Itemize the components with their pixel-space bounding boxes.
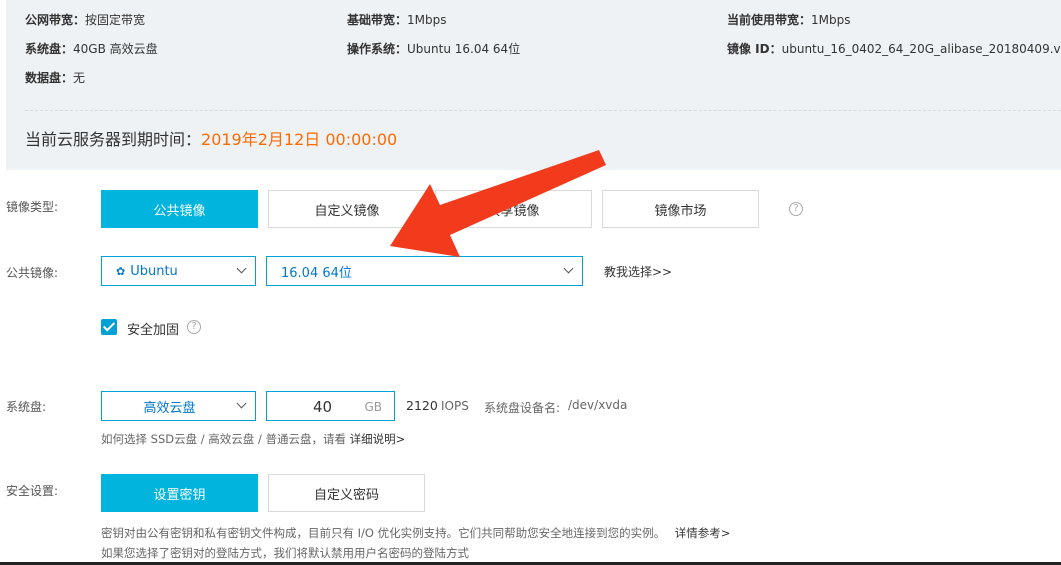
system-disk-label: 系统盘: bbox=[6, 400, 47, 414]
image-id-value: ubuntu_16_0402_64_20G_alibase_20180409.v… bbox=[781, 42, 1061, 56]
expire-label: 当前云服务器到期时间： bbox=[25, 130, 202, 149]
key-note-2: 如果您选择了密钥对的登陆方式，我们将默认禁用用户名密码的登陆方式 bbox=[101, 546, 469, 560]
current-bandwidth-label: 当前使用带宽： bbox=[727, 13, 812, 27]
os-select-value: Ubuntu bbox=[130, 263, 178, 279]
disk-hint: 如何选择 SSD云盘 / 高效云盘 / 普通云盘，请看 详细说明> bbox=[101, 431, 405, 447]
os-info-value: Ubuntu 16.04 64位 bbox=[407, 42, 521, 56]
help-icon[interactable]: ? bbox=[789, 202, 803, 216]
base-bandwidth-label: 基础带宽： bbox=[347, 13, 408, 27]
image-type-public-button[interactable]: 公共镜像 bbox=[101, 190, 258, 228]
details-link[interactable]: 详情参考> bbox=[675, 526, 731, 540]
expire-time: 当前云服务器到期时间：2019年2月12日 00:00:00 bbox=[25, 126, 397, 150]
image-id-label: 镜像 ID： bbox=[727, 42, 782, 56]
data-disk-value: 无 bbox=[73, 71, 86, 85]
security-hardening-label: 安全加固 bbox=[127, 323, 180, 338]
disk-size-input[interactable]: 40 GB bbox=[266, 391, 395, 421]
device-value: /dev/xvda bbox=[568, 398, 628, 412]
device-label: 系统盘设备名: bbox=[484, 401, 561, 415]
ubuntu-icon: ✿ bbox=[116, 264, 126, 278]
expire-value: 2019年2月12日 00:00:00 bbox=[201, 130, 398, 149]
security-hardening-checkbox[interactable] bbox=[101, 319, 117, 335]
chevron-down-icon bbox=[236, 398, 247, 409]
os-info: 操作系统：Ubuntu 16.04 64位 bbox=[347, 40, 520, 57]
help-choose-link[interactable]: 教我选择>> bbox=[604, 263, 672, 280]
os-info-label: 操作系统： bbox=[347, 42, 408, 56]
current-bandwidth: 当前使用带宽：1Mbps bbox=[727, 11, 851, 28]
system-disk-info-label: 系统盘： bbox=[25, 42, 74, 56]
key-note-text: 密钥对由公有密钥和私有密钥文件构成，目前只有 I/O 优化实例支持。它们共同帮助… bbox=[101, 526, 666, 540]
image-id-info: 镜像 ID：ubuntu_16_0402_64_20G_alibase_2018… bbox=[727, 40, 1061, 57]
iops-unit: IOPS bbox=[441, 399, 469, 413]
system-disk-info: 系统盘：40GB 高效云盘 bbox=[25, 40, 158, 57]
custom-password-button[interactable]: 自定义密码 bbox=[268, 474, 425, 512]
divider bbox=[25, 110, 1061, 111]
system-disk-info-value: 40GB 高效云盘 bbox=[73, 42, 158, 56]
current-bandwidth-value: 1Mbps bbox=[811, 13, 851, 27]
image-type-custom-button[interactable]: 自定义镜像 bbox=[268, 190, 426, 228]
iops-value: 2120 bbox=[406, 398, 438, 413]
bandwidth-type: 公网带宽：按固定带宽 bbox=[25, 11, 145, 28]
data-disk-label: 数据盘： bbox=[25, 71, 74, 85]
key-note: 密钥对由公有密钥和私有密钥文件构成，目前只有 I/O 优化实例支持。它们共同帮助… bbox=[101, 525, 730, 541]
bandwidth-type-label: 公网带宽： bbox=[25, 13, 86, 27]
image-type-market-button[interactable]: 镜像市场 bbox=[602, 190, 759, 228]
disk-type-value: 高效云盘 bbox=[143, 400, 196, 416]
os-select[interactable]: ✿ Ubuntu bbox=[101, 256, 256, 286]
help-icon[interactable]: ? bbox=[187, 320, 201, 334]
disk-size-unit: GB bbox=[364, 400, 382, 414]
security-label: 安全设置: bbox=[6, 484, 59, 498]
set-key-button[interactable]: 设置密钥 bbox=[101, 474, 258, 512]
image-type-shared-button[interactable]: 共享镜像 bbox=[435, 190, 592, 228]
bandwidth-type-value: 按固定带宽 bbox=[85, 13, 146, 27]
instance-info-panel: 公网带宽：按固定带宽 基础带宽：1Mbps 当前使用带宽：1Mbps 系统盘：4… bbox=[6, 0, 1061, 170]
disk-hint-text: 如何选择 SSD云盘 / 高效云盘 / 普通云盘，请看 bbox=[101, 432, 346, 446]
disk-type-select[interactable]: 高效云盘 bbox=[101, 391, 256, 421]
base-bandwidth: 基础带宽：1Mbps bbox=[347, 11, 447, 28]
version-select[interactable]: 16.04 64位 bbox=[266, 256, 583, 286]
chevron-down-icon bbox=[236, 263, 247, 274]
base-bandwidth-value: 1Mbps bbox=[407, 13, 447, 27]
disk-size-value: 40 bbox=[313, 398, 333, 416]
public-image-label: 公共镜像: bbox=[6, 266, 59, 280]
data-disk-info: 数据盘：无 bbox=[25, 69, 85, 86]
chevron-down-icon bbox=[563, 263, 574, 274]
version-select-value: 16.04 64位 bbox=[281, 265, 352, 281]
image-type-label: 镜像类型: bbox=[6, 200, 59, 214]
disk-detail-link[interactable]: 详细说明> bbox=[350, 432, 406, 446]
